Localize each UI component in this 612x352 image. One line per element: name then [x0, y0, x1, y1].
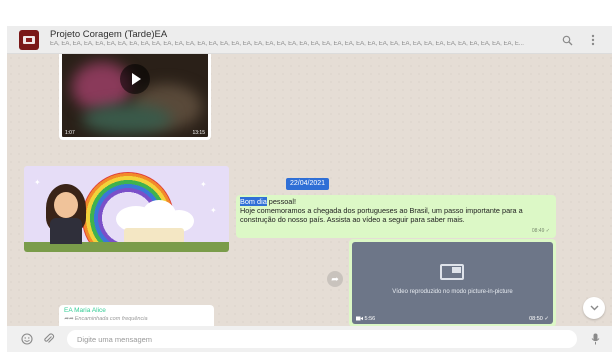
- video-thumbnail-blur: [82, 104, 172, 134]
- sender-name[interactable]: EA Maria Alice: [64, 307, 209, 315]
- video-message-top[interactable]: 1:07 13:15: [59, 54, 211, 140]
- date-divider: 22/04/2021: [286, 178, 330, 190]
- play-button[interactable]: [120, 64, 150, 94]
- group-avatar[interactable]: [19, 30, 39, 50]
- video-camera-icon: [356, 316, 363, 321]
- pip-overlay-text: Vídeo reproduzido no modo picture-in-pic…: [392, 289, 513, 295]
- video-duration: 5:56: [356, 316, 375, 322]
- picture-in-picture-icon: [440, 264, 464, 280]
- forward-icon[interactable]: ➦: [327, 271, 343, 287]
- forwarded-text: Encaminhada com frequência: [74, 316, 148, 322]
- star-icon: ✦: [34, 178, 41, 187]
- message-time: 13:15: [192, 130, 205, 136]
- avatar-face: [54, 192, 78, 218]
- compose-bar: [7, 326, 612, 352]
- message-input[interactable]: [67, 330, 577, 348]
- group-name[interactable]: Projeto Coragem (Tarde)EA: [50, 29, 167, 40]
- incoming-message[interactable]: EA Maria Alice ➦➦ Encaminhada com frequê…: [59, 305, 214, 326]
- chat-header[interactable]: Projeto Coragem (Tarde)EA EA, EA, EA, EA…: [7, 26, 612, 54]
- sticker-message[interactable]: ✦ ✦ ✦: [24, 166, 229, 252]
- search-icon[interactable]: [559, 32, 575, 48]
- highlighted-text: Bom dia: [240, 197, 267, 206]
- attach-icon[interactable]: [41, 331, 57, 347]
- emoji-icon[interactable]: [19, 331, 35, 347]
- whatsapp-window: Projeto Coragem (Tarde)EA EA, EA, EA, EA…: [7, 26, 612, 352]
- star-icon: ✦: [200, 180, 207, 189]
- chevron-down-icon: [590, 305, 598, 311]
- video-duration: 1:07: [65, 130, 75, 136]
- message-body: pessoal! Hoje comemoramos a chegada dos …: [240, 197, 523, 225]
- mic-icon[interactable]: [587, 331, 603, 347]
- group-members: EA, EA, EA, EA, EA, EA, EA, EA, EA, EA, …: [50, 41, 524, 47]
- forwarded-label: ➦➦ Encaminhada com frequência: [64, 315, 209, 323]
- outgoing-video-message[interactable]: Vídeo reproduzido no modo picture-in-pic…: [349, 239, 556, 326]
- star-icon: ✦: [210, 206, 217, 215]
- menu-icon[interactable]: [585, 32, 601, 48]
- message-time: 08:49 ✓: [531, 227, 550, 234]
- video-player[interactable]: Vídeo reproduzido no modo picture-in-pic…: [352, 242, 553, 324]
- scroll-down-button[interactable]: [583, 297, 605, 319]
- message-time: 08:50 ✓: [529, 316, 549, 322]
- video-duration-label: 5:56: [364, 316, 376, 322]
- outgoing-text-message[interactable]: Bom dia pessoal! Hoje comemoramos a cheg…: [236, 195, 556, 238]
- forwarded-icon: ➦➦: [64, 316, 74, 322]
- avatar-body: [50, 218, 82, 244]
- message-area[interactable]: 1:07 13:15 ✦ ✦ ✦ 22/04/2021 Bom dia pess…: [7, 54, 612, 326]
